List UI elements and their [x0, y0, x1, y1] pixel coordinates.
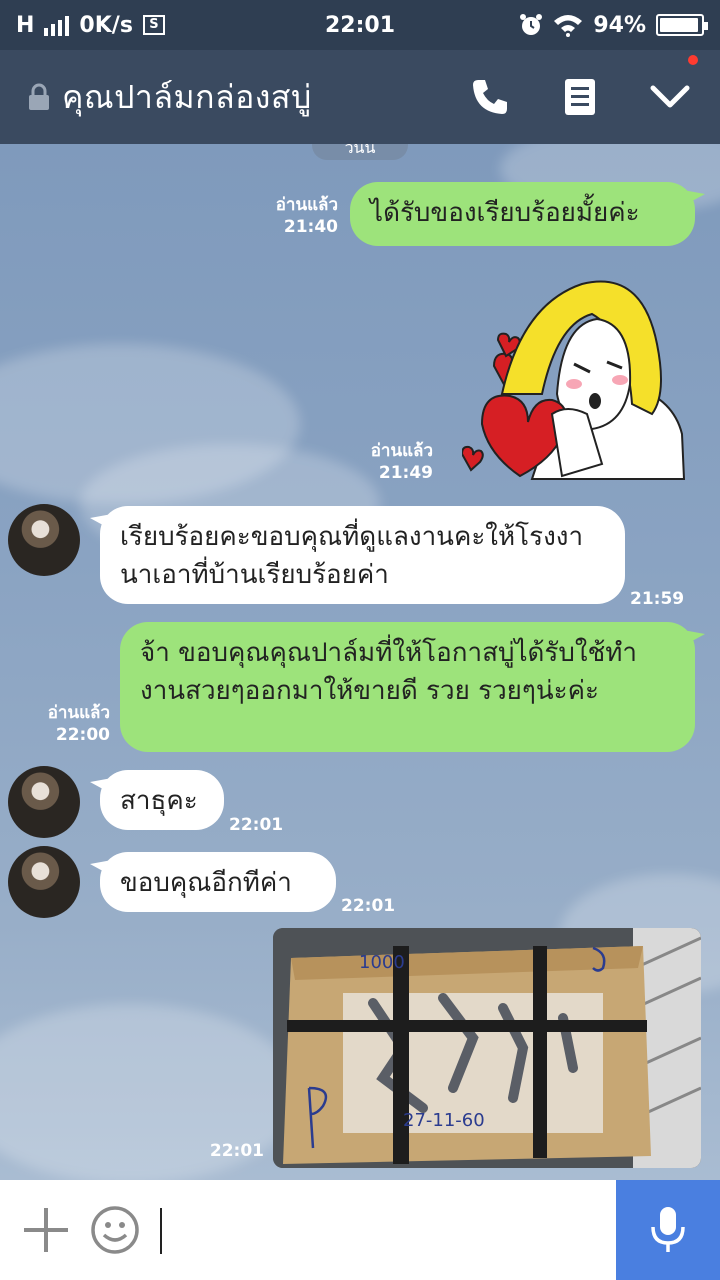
mic-button[interactable]	[616, 1180, 720, 1280]
read-receipt: อ่านแล้ว	[275, 195, 338, 215]
message-text: ขอบคุณอีกทีค่า	[120, 868, 292, 898]
incoming-message[interactable]: ขอบคุณอีกทีค่า	[100, 852, 336, 912]
status-bar: H 0K/s S 22:01 94%	[0, 0, 720, 50]
message-text: จ้า ขอบคุณคุณปาล์มที่ให้โอกาสบู่ได้รับใช…	[140, 638, 637, 706]
sticker-image[interactable]	[462, 264, 692, 484]
incoming-message[interactable]: สาธุคะ	[100, 770, 224, 830]
notes-icon	[565, 79, 595, 115]
message-time: 21:59	[630, 589, 685, 609]
date-divider: วันนี้	[312, 144, 408, 160]
battery-percent: 94%	[593, 12, 646, 38]
plus-icon[interactable]	[22, 1206, 70, 1254]
chat-header: คุณปาล์มกล่องสบู่	[0, 50, 720, 144]
photo-message[interactable]: 1000 27-11-60	[273, 928, 701, 1168]
input-bar	[0, 1180, 720, 1280]
message-meta: อ่านแล้ว 21:49	[345, 440, 433, 484]
alarm-icon	[520, 14, 543, 35]
outgoing-message[interactable]: ได้รับของเรียบร้อยมั้ยค่ะ	[350, 182, 695, 246]
photo-image: 1000 27-11-60	[273, 928, 701, 1168]
status-left: H 0K/s S	[16, 13, 165, 38]
message-text: ได้รับของเรียบร้อยมั้ยค่ะ	[370, 198, 640, 228]
lock-icon	[29, 83, 49, 110]
chevron-down-icon	[650, 85, 690, 108]
emoji-icon[interactable]	[90, 1205, 140, 1255]
signal-icon	[44, 14, 70, 36]
message-time: 22:00	[55, 725, 110, 745]
microphone-icon	[651, 1207, 685, 1252]
photo-text-bottom: 27-11-60	[403, 1110, 485, 1131]
message-time: 22:01	[341, 896, 396, 916]
message-time: 21:49	[378, 463, 433, 483]
wifi-icon	[554, 15, 583, 37]
status-right: 94%	[519, 12, 708, 38]
chat-title[interactable]: คุณปาล์มกล่องสบู่	[62, 72, 468, 123]
message-time: 22:01	[209, 1141, 264, 1161]
notes-button[interactable]	[558, 75, 602, 119]
header-actions	[468, 55, 698, 119]
outgoing-message[interactable]: จ้า ขอบคุณคุณปาล์มที่ให้โอกาสบู่ได้รับใช…	[120, 622, 695, 752]
menu-button[interactable]	[648, 55, 698, 119]
network-type: H	[16, 12, 35, 38]
read-receipt: อ่านแล้ว	[370, 441, 433, 461]
message-time: 21:40	[283, 217, 338, 237]
text-caret	[160, 1208, 162, 1254]
chat-area[interactable]: วันนี้ อ่านแล้ว 21:40 ได้รับของเรียบร้อย…	[0, 144, 720, 1180]
avatar[interactable]	[8, 846, 80, 918]
call-button[interactable]	[468, 75, 512, 119]
network-speed: 0K/s	[79, 12, 133, 38]
phone-icon	[473, 80, 507, 114]
read-receipt: อ่านแล้ว	[47, 703, 110, 723]
message-meta: อ่านแล้ว 21:40	[250, 194, 338, 238]
incoming-message[interactable]: เรียบร้อยคะขอบคุณที่ดูแลงานคะให้โรงงานาเ…	[100, 506, 625, 604]
message-meta: อ่านแล้ว 22:00	[30, 702, 110, 746]
sim-icon: S	[142, 15, 165, 35]
message-input[interactable]	[168, 1200, 598, 1260]
message-time: 22:01	[229, 815, 284, 835]
avatar[interactable]	[8, 766, 80, 838]
notification-dot	[688, 55, 698, 65]
photo-text-top: 1000	[359, 952, 405, 973]
message-text: เรียบร้อยคะขอบคุณที่ดูแลงานคะให้โรงงานาเ…	[120, 522, 584, 590]
avatar[interactable]	[8, 504, 80, 576]
battery-icon	[656, 14, 708, 36]
message-text: สาธุคะ	[120, 786, 198, 816]
